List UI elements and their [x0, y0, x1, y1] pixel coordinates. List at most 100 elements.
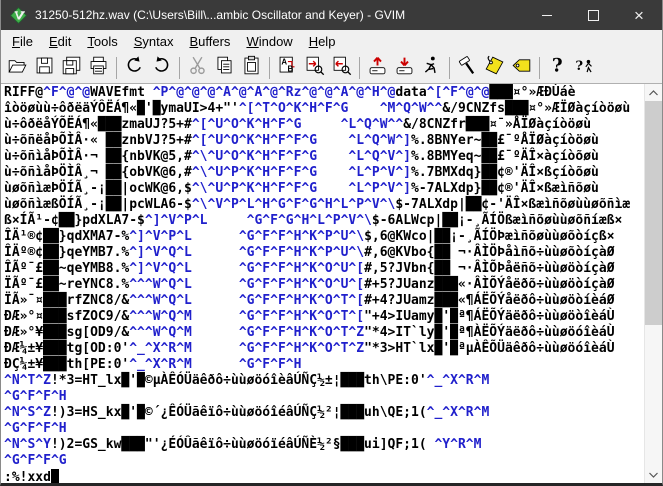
scrollbar-thumb[interactable] — [645, 101, 662, 325]
toolbar-separator — [449, 57, 450, 79]
save-all-icon — [61, 55, 82, 81]
svg-text:B: B — [288, 65, 294, 74]
editor-line: ^N^S^Y!)2=GS_kw███"'¿ÉÓÛãêïô÷ùùøöóïéâÚÑÈ… — [4, 437, 482, 452]
editor-line: ùøõñìæßÖÍÃ¸-¡██|pcWLA6-$^\^V^P^L^H^G^F^G… — [4, 197, 631, 212]
command-line[interactable]: :%!xxd — [4, 469, 644, 483]
editor-line: ÎÃº¯£██~qeYMB8.%^]^V^Q^L ^G^F^F^H^K^O^U^… — [4, 261, 615, 276]
print-icon — [88, 55, 109, 81]
save-file-button[interactable] — [31, 55, 58, 81]
scrollbar-up-arrow[interactable] — [645, 84, 662, 101]
build-tags-icon — [484, 55, 505, 81]
save-session-icon — [394, 55, 415, 81]
editor-line: ÐÆ¼±¥███tg[OD:0'^_^X^R^M ^G^F^F^H^K^O^T^… — [4, 341, 615, 356]
editor-line: ù÷õñëåÞÕÌÂ·« ██znbVJ?5+#^[^U^O^K^H^F^F^G… — [4, 133, 599, 148]
minimize-icon — [542, 14, 552, 16]
vim-logo-icon — [10, 6, 27, 24]
editor-line: ^G^F^F^H — [4, 421, 67, 436]
editor-line: ÏÃº¯£██~reYNC8.%^^^W^Q^L ^G^F^F^H^K^O^U^… — [4, 277, 615, 292]
make-button[interactable] — [454, 55, 481, 81]
menu-help[interactable]: Help — [301, 32, 344, 51]
load-session-icon — [367, 55, 388, 81]
jump-to-tag-button[interactable] — [508, 55, 535, 81]
run-script-button[interactable] — [418, 55, 445, 81]
find-previous-icon — [331, 55, 352, 81]
load-session-button[interactable] — [364, 55, 391, 81]
paste-button[interactable] — [238, 55, 265, 81]
minimize-button[interactable] — [524, 0, 570, 30]
toolbar-separator — [269, 57, 270, 79]
run-script-icon — [421, 55, 442, 81]
build-tags-button[interactable] — [481, 55, 508, 81]
jump-to-tag-icon — [511, 55, 532, 81]
open-file-icon — [7, 55, 28, 81]
find-replace-button[interactable]: AB — [274, 55, 301, 81]
toolbar: A B?? — [1, 53, 662, 84]
titlebar[interactable]: 31250-512hz.wav (C:\Users\Bill\...ambic … — [1, 0, 662, 30]
svg-text:?: ? — [552, 56, 563, 76]
editor-line: ù÷ôðëåÝÕËÁ¶«███zmaUJ?5+#^[^U^O^K^H^F^G ^… — [4, 117, 592, 132]
text-cursor — [50, 469, 59, 483]
make-icon — [457, 55, 478, 81]
vertical-scrollbar[interactable] — [644, 84, 662, 483]
toolbar-separator — [359, 57, 360, 79]
find-previous-button[interactable] — [328, 55, 355, 81]
save-file-icon — [34, 55, 55, 81]
find-next-icon — [304, 55, 325, 81]
window-controls: × — [524, 0, 662, 30]
editor-line: ÏÃ»¯¤███rfZNC8/&^^^W^Q^L ^G^F^F^H^K^O^T^… — [4, 293, 615, 308]
find-replace-icon: AB — [277, 55, 298, 81]
find-next-button[interactable] — [301, 55, 328, 81]
svg-text:?: ? — [575, 59, 583, 74]
undo-button[interactable] — [121, 55, 148, 81]
editor-line: ÎÄ¹®¢██}qdXMA7-%^]^V^P^L ^G^F^F^H^K^P^U^… — [4, 229, 615, 244]
open-file-button[interactable] — [4, 55, 31, 81]
scrollbar-down-arrow[interactable] — [645, 466, 662, 483]
editor-line: ^G^F^F^G — [4, 453, 67, 468]
editor-line: ùøõñìæÞÖÍÃ¸-¡██|ocWK@6,$^\^U^P^K^H^F^F^G… — [4, 181, 599, 196]
editor-line: ÐÇ¼±¥███th[PE:0'^_^X^R^M ^G^F^F^H — [4, 357, 302, 372]
copy-icon — [214, 55, 235, 81]
editor-line: RIFF@^F^@^@WAVEfmt ^P^@^@^@^A^@^A^@^Rz^@… — [4, 85, 576, 100]
editor-line: ù÷õñìåÞÕÌÂ·¬ ██{nbVK@5,#^\^U^O^K^H^F^F^G… — [4, 149, 599, 164]
menu-edit[interactable]: Edit — [41, 32, 79, 51]
cut-button[interactable] — [184, 55, 211, 81]
chevron-up-icon — [649, 89, 658, 95]
svg-text:A: A — [281, 58, 287, 67]
editor-line: ÐÆ»°¥███sg[OD9/&^^^W^Q^M ^G^F^F^H^K^O^T^… — [4, 325, 615, 340]
print-button[interactable] — [85, 55, 112, 81]
help-button[interactable]: ? — [544, 55, 571, 81]
toolbar-separator — [539, 57, 540, 79]
editor-line: ^G^F^F^H — [4, 389, 67, 404]
editor-line: ù÷õñìåÞÖÌÂ¸¬ ██{obVK@6,#^\^U^P^K^H^F^F^G… — [4, 165, 599, 180]
editor-line: ÎÄº®¢██}qeYMB7.%^]^V^Q^L ^G^F^F^H^K^P^U^… — [4, 245, 615, 260]
redo-button[interactable] — [148, 55, 175, 81]
editor-text-area[interactable]: RIFF@^F^@^@WAVEfmt ^P^@^@^@^A^@^A^@^Rz^@… — [1, 84, 644, 483]
menu-buffers[interactable]: Buffers — [181, 32, 238, 51]
toolbar-separator — [116, 57, 117, 79]
copy-button[interactable] — [211, 55, 238, 81]
save-all-button[interactable] — [58, 55, 85, 81]
chevron-down-icon — [649, 472, 658, 478]
menu-tools[interactable]: Tools — [79, 32, 125, 51]
menu-file[interactable]: File — [4, 32, 41, 51]
menu-syntax[interactable]: Syntax — [126, 32, 182, 51]
paste-icon — [241, 55, 262, 81]
undo-icon — [124, 55, 145, 81]
menubar: File Edit Tools Syntax Buffers Window Help — [1, 30, 662, 53]
find-help-button[interactable]: ? — [571, 55, 598, 81]
cut-icon — [187, 55, 208, 81]
redo-icon — [151, 55, 172, 81]
close-button[interactable]: × — [616, 0, 662, 30]
menu-window[interactable]: Window — [238, 32, 300, 51]
save-session-button[interactable] — [391, 55, 418, 81]
editor-line: îòöøùù÷ôðëäÝÔËÁ¶«█'█ymaUI>4+"'^[^T^O^K^H… — [4, 101, 631, 116]
maximize-icon — [587, 9, 599, 21]
scrollbar-track[interactable] — [645, 325, 662, 466]
window-title: 31250-512hz.wav (C:\Users\Bill\...ambic … — [35, 8, 406, 22]
find-help-icon: ? — [574, 55, 595, 81]
gvim-window: 31250-512hz.wav (C:\Users\Bill\...ambic … — [0, 0, 663, 486]
editor-line: ß×ÍÃ¹-¢██}pdXLA7-$^]^V^P^L ^G^F^G^H^L^P^… — [4, 213, 623, 228]
editor-line: ÐÆ»°¤███sfZOC9/&^^^W^Q^M ^G^F^F^H^K^O^T^… — [4, 309, 615, 324]
maximize-button[interactable] — [570, 0, 616, 30]
editor-line: ^N^T^Z!*3=HT_lx█'█©µÀÊÓÜäêðô÷ùùøöóîèâÚÑÇ… — [4, 373, 490, 388]
